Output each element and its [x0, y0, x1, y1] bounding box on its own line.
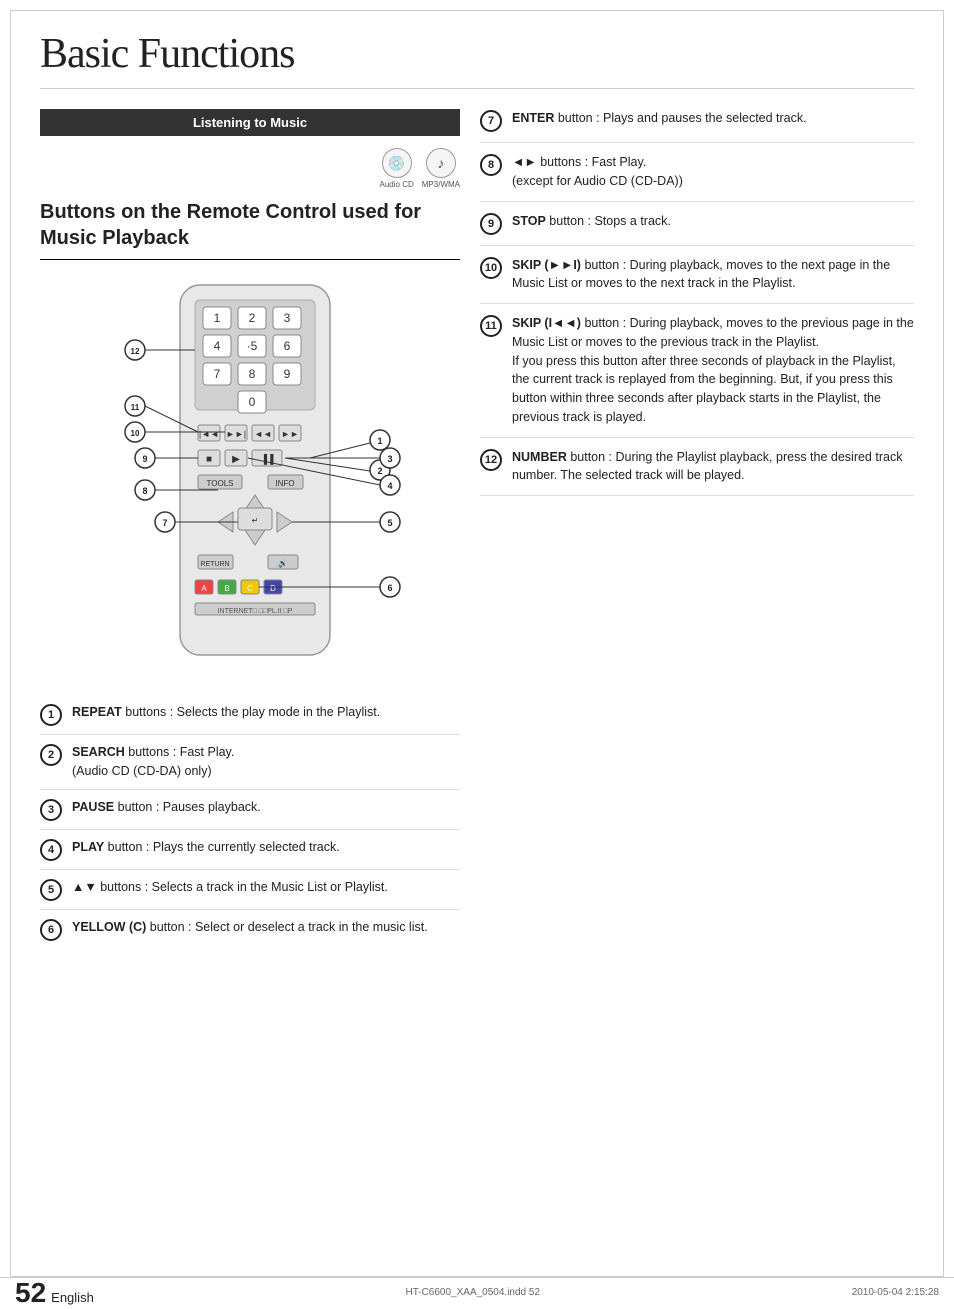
annotation-number-10: 10	[480, 257, 502, 279]
svg-text:5: 5	[387, 518, 392, 528]
left-column: Listening to Music 💿 Audio CD ♪ MP3/WMA …	[40, 109, 460, 949]
annotation-number-7: 7	[480, 110, 502, 132]
annotation-number-11: 11	[480, 315, 502, 337]
svg-text:12: 12	[131, 347, 140, 356]
annotation-skip-fwd: 10 SKIP (►►I) button : During playback, …	[480, 246, 914, 305]
page-number: 52	[15, 1277, 46, 1309]
annotation-play: 4 PLAY button : Plays the currently sele…	[40, 830, 460, 870]
annotation-search: 2 SEARCH buttons : Fast Play.(Audio CD (…	[40, 735, 460, 790]
annotation-text-9: STOP button : Stops a track.	[512, 212, 671, 231]
section-header: Listening to Music	[40, 109, 460, 136]
annotation-pause: 3 PAUSE button : Pauses playback.	[40, 790, 460, 830]
svg-text:1: 1	[214, 311, 221, 325]
svg-text:10: 10	[131, 429, 140, 438]
svg-text:►►: ►►	[281, 429, 299, 439]
annotation-stop: 9 STOP button : Stops a track.	[480, 202, 914, 246]
annotation-text-10: SKIP (►►I) button : During playback, mov…	[512, 256, 914, 294]
svg-text:7: 7	[162, 518, 167, 528]
annotation-text-2: SEARCH buttons : Fast Play.(Audio CD (CD…	[72, 743, 234, 781]
annotation-number-4: 4	[40, 839, 62, 861]
annotation-number-5: 5	[40, 879, 62, 901]
svg-text:8: 8	[249, 367, 256, 381]
svg-text:3: 3	[284, 311, 291, 325]
svg-text:6: 6	[284, 339, 291, 353]
annotation-number-12: 12	[480, 449, 502, 471]
svg-text:|◄◄: |◄◄	[199, 429, 219, 439]
svg-text:TOOLS: TOOLS	[207, 479, 234, 488]
annotation-number-btn: 12 NUMBER button : During the Playlist p…	[480, 438, 914, 497]
svg-text:4: 4	[387, 481, 392, 491]
annotation-fastplay: 8 ◄► buttons : Fast Play.(except for Aud…	[480, 143, 914, 202]
svg-text:9: 9	[284, 367, 291, 381]
annotation-text-11: SKIP (I◄◄) button : During playback, mov…	[512, 314, 914, 427]
svg-text:🔊: 🔊	[278, 558, 288, 568]
svg-text:2: 2	[377, 466, 382, 476]
audio-cd-icon: 💿 Audio CD	[380, 148, 414, 189]
svg-text:B: B	[224, 584, 229, 593]
svg-text:INFO: INFO	[275, 479, 294, 488]
annotation-text-3: PAUSE button : Pauses playback.	[72, 798, 261, 817]
page-language: English	[51, 1290, 94, 1305]
svg-text:·5: ·5	[247, 339, 258, 353]
svg-text:►►|: ►►|	[226, 429, 246, 439]
annotation-number-3: 3	[40, 799, 62, 821]
svg-text:◄◄: ◄◄	[254, 429, 272, 439]
svg-text:7: 7	[214, 367, 221, 381]
svg-text:3: 3	[387, 454, 392, 464]
bottom-annotations: 1 REPEAT buttons : Selects the play mode…	[40, 695, 460, 949]
annotation-number-1: 1	[40, 704, 62, 726]
annotation-text-4: PLAY button : Plays the currently select…	[72, 838, 340, 857]
svg-text:8: 8	[142, 486, 147, 496]
annotation-number-6: 6	[40, 919, 62, 941]
svg-text:6: 6	[387, 583, 392, 593]
svg-text:A: A	[201, 584, 207, 593]
annotation-updown: 5 ▲▼ buttons : Selects a track in the Mu…	[40, 870, 460, 910]
annotation-number-8: 8	[480, 154, 502, 176]
annotation-enter: 7 ENTER button : Plays and pauses the se…	[480, 109, 914, 143]
section-subtitle: Buttons on the Remote Control used for M…	[40, 199, 460, 260]
annotation-number-9: 9	[480, 213, 502, 235]
remote-illustration: 1 2 3 4 ·5 6	[70, 275, 430, 675]
right-annotations: 7 ENTER button : Plays and pauses the se…	[480, 109, 914, 496]
mp3-wma-icon: ♪ MP3/WMA	[422, 148, 460, 189]
annotation-number-2: 2	[40, 744, 62, 766]
annotation-repeat: 1 REPEAT buttons : Selects the play mode…	[40, 695, 460, 735]
svg-text:RETURN: RETURN	[200, 561, 229, 568]
svg-text:11: 11	[131, 403, 140, 412]
footer-right: 2010-05-04 2:15:28	[852, 1287, 939, 1298]
svg-text:▶: ▶	[232, 454, 240, 465]
page-number-block: 52 English	[15, 1277, 94, 1309]
svg-text:↵: ↵	[252, 516, 259, 525]
footer-left: HT-C6600_XAA_0504.indd 52	[405, 1287, 540, 1298]
svg-text:0: 0	[249, 395, 256, 409]
annotation-text-1: REPEAT buttons : Selects the play mode i…	[72, 703, 380, 722]
svg-text:INTERNET□ □□PL.II □P: INTERNET□ □□PL.II □P	[218, 608, 293, 615]
annotation-text-7: ENTER button : Plays and pauses the sele…	[512, 109, 807, 128]
svg-text:D: D	[270, 584, 276, 593]
page-title: Basic Functions	[40, 30, 914, 89]
annotation-text-6: YELLOW (C) button : Select or deselect a…	[72, 918, 428, 937]
annotation-yellow: 6 YELLOW (C) button : Select or deselect…	[40, 910, 460, 949]
annotation-text-12: NUMBER button : During the Playlist play…	[512, 448, 914, 486]
svg-text:C: C	[247, 584, 253, 593]
footer: 52 English HT-C6600_XAA_0504.indd 52 201…	[0, 1277, 954, 1307]
media-icons: 💿 Audio CD ♪ MP3/WMA	[40, 148, 460, 189]
annotation-skip-back: 11 SKIP (I◄◄) button : During playback, …	[480, 304, 914, 438]
svg-text:2: 2	[249, 311, 256, 325]
svg-text:1: 1	[377, 436, 382, 446]
annotation-text-5: ▲▼ buttons : Selects a track in the Musi…	[72, 878, 388, 897]
svg-text:■: ■	[206, 454, 212, 465]
svg-text:9: 9	[142, 454, 147, 464]
svg-text:4: 4	[214, 339, 221, 353]
annotation-text-8: ◄► buttons : Fast Play.(except for Audio…	[512, 153, 683, 191]
right-column: 7 ENTER button : Plays and pauses the se…	[480, 109, 914, 949]
